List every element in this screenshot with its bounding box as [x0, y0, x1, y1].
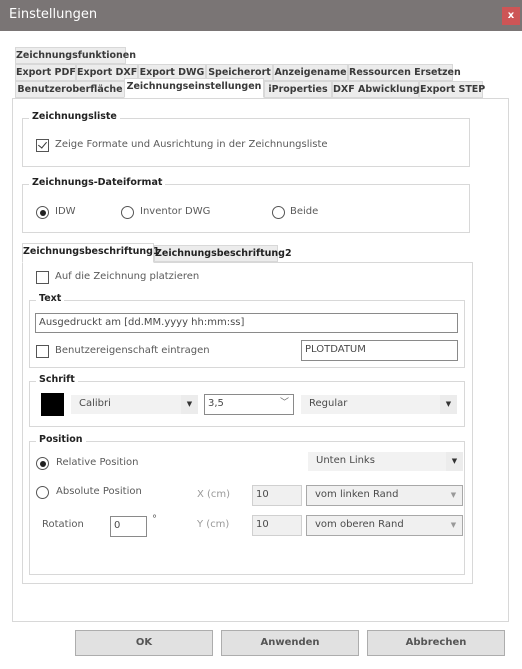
cancel-button[interactable]: Abbrechen	[367, 630, 505, 656]
relative-position-value: Unten Links	[316, 455, 375, 466]
radio-idw[interactable]	[36, 206, 49, 219]
tab-zeichnungseinstellungen[interactable]: Zeichnungseinstellungen	[124, 78, 264, 98]
x-reference-select[interactable]: vom linken Rand ▼	[306, 485, 463, 506]
group-title: Text	[36, 293, 65, 304]
radio-inventor-dwg[interactable]	[121, 206, 134, 219]
place-on-drawing-checkbox[interactable]	[36, 271, 49, 284]
x-reference-value: vom linken Rand	[315, 489, 399, 500]
font-size-value: 3,5	[208, 398, 224, 409]
tab-label: Speicherort	[208, 67, 271, 78]
y-input[interactable]: 10	[252, 515, 302, 536]
close-icon: x	[507, 10, 515, 21]
degree-unit: °	[152, 514, 157, 525]
relative-position-label: Relative Position	[56, 457, 139, 468]
group-title: Zeichnungsliste	[29, 111, 120, 122]
place-on-drawing-label: Auf die Zeichnung platzieren	[55, 271, 200, 282]
group-title: Zeichnungs-Dateiformat	[29, 177, 166, 188]
font-size-select[interactable]: 3,5 ﹀	[204, 394, 294, 415]
tab-dxf-abwicklung[interactable]: DXF Abwicklung	[332, 81, 420, 98]
font-style-value: Regular	[309, 398, 348, 409]
subtab-label: Zeichnungsbeschriftung2	[155, 248, 292, 259]
radio-dot-icon	[39, 209, 46, 216]
apply-button[interactable]: Anwenden	[221, 630, 359, 656]
tab-label: Anzeigename	[274, 67, 347, 78]
tab-label: Zeichnungseinstellungen	[126, 81, 262, 92]
tab-label: Export DWG	[139, 67, 205, 78]
radio-inventor-dwg-label: Inventor DWG	[140, 206, 211, 217]
absolute-position-label: Absolute Position	[56, 486, 142, 497]
y-reference-value: vom oberen Rand	[315, 519, 404, 530]
dropdown-arrow-icon: ▼	[440, 395, 457, 414]
subtab-label: Zeichnungsbeschriftung1	[23, 246, 160, 257]
y-label: Y (cm)	[197, 519, 230, 530]
font-color-swatch[interactable]	[41, 393, 64, 416]
relative-position-select[interactable]: Unten Links ▼	[308, 452, 463, 471]
dropdown-arrow-icon: ▼	[445, 486, 462, 505]
rotation-label: Rotation	[42, 519, 84, 530]
tab-benutzeroberflaeche[interactable]: Benutzeroberfläche	[15, 81, 125, 98]
tab-anzeigename[interactable]: Anzeigename	[273, 64, 348, 81]
window-title: Einstellungen	[9, 7, 98, 22]
show-formats-label: Zeige Formate und Ausrichtung in der Zei…	[55, 139, 328, 150]
tab-label: Export STEP	[420, 84, 486, 95]
radio-idw-label: IDW	[55, 206, 76, 217]
radio-absolute-position[interactable]	[36, 486, 49, 499]
group-title: Position	[36, 434, 86, 445]
font-style-select[interactable]: Regular ▼	[301, 395, 457, 414]
checkmark-icon	[38, 139, 47, 149]
tab-export-step[interactable]: Export STEP	[419, 81, 486, 98]
tab-label: Export DXF	[77, 67, 138, 78]
tab-label: Export PDF	[16, 67, 76, 78]
dropdown-arrow-icon: ▼	[445, 516, 462, 535]
group-title: Schrift	[36, 374, 78, 385]
subtab-beschriftung2[interactable]: Zeichnungsbeschriftung2	[154, 245, 292, 262]
user-property-checkbox[interactable]	[36, 345, 49, 358]
tab-zeichnungsfunktionen[interactable]: Zeichnungsfunktionen	[15, 47, 136, 64]
tab-label: iProperties	[268, 84, 328, 95]
y-reference-select[interactable]: vom oberen Rand ▼	[306, 515, 463, 536]
ok-button[interactable]: OK	[75, 630, 213, 656]
font-family-select[interactable]: Calibri ▼	[71, 395, 198, 414]
dropdown-arrow-icon: ▼	[446, 452, 463, 471]
rotation-input[interactable]: 0	[110, 516, 147, 537]
chevron-down-icon: ﹀	[276, 395, 293, 414]
font-family-value: Calibri	[79, 398, 111, 409]
close-button[interactable]: x	[502, 7, 520, 25]
text-input[interactable]: Ausgedruckt am [dd.MM.yyyy hh:mm:ss]	[35, 313, 458, 333]
dropdown-arrow-icon: ▼	[181, 395, 198, 414]
user-property-label: Benutzereigenschaft eintragen	[55, 345, 210, 356]
radio-relative-position[interactable]	[36, 457, 49, 470]
radio-dot-icon	[39, 460, 46, 467]
tab-iproperties[interactable]: iProperties	[264, 81, 332, 98]
x-input[interactable]: 10	[252, 485, 302, 506]
tab-ressourcen-ersetzen[interactable]: Ressourcen Ersetzen	[348, 64, 461, 81]
show-formats-checkbox[interactable]	[36, 139, 49, 152]
tab-label: Ressourcen Ersetzen	[349, 67, 461, 78]
subtab-beschriftung1[interactable]: Zeichnungsbeschriftung1	[22, 243, 160, 263]
tab-export-pdf[interactable]: Export PDF	[15, 64, 76, 81]
radio-beide-label: Beide	[290, 206, 319, 217]
user-property-input[interactable]: PLOTDATUM	[301, 340, 458, 361]
tab-label: Zeichnungsfunktionen	[16, 50, 136, 61]
tab-label: DXF Abwicklung	[333, 84, 420, 95]
x-label: X (cm)	[197, 489, 231, 500]
radio-beide[interactable]	[272, 206, 285, 219]
tab-label: Benutzeroberfläche	[17, 84, 123, 95]
dateiformat-group: Zeichnungs-Dateiformat	[22, 177, 470, 233]
